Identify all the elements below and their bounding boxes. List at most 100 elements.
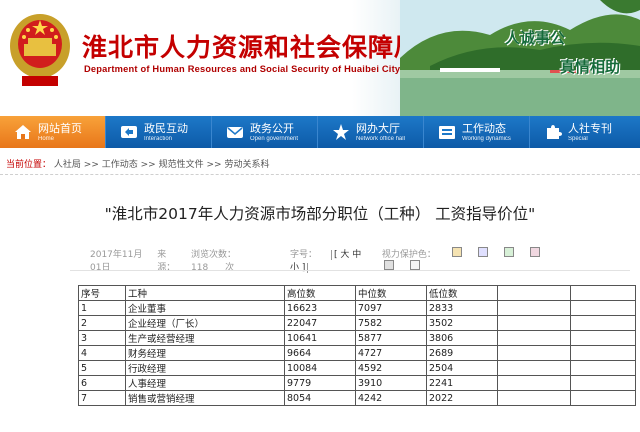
table-cell: 4592 bbox=[355, 360, 427, 376]
divider bbox=[0, 174, 640, 175]
table-cell: 7 bbox=[78, 390, 126, 406]
slogan-1: 人诚事公 bbox=[505, 29, 566, 47]
table-row: 4 财务经理 9664 4727 2689 bbox=[78, 345, 636, 361]
nav-label: 网站首页 bbox=[38, 121, 82, 135]
home-icon bbox=[15, 125, 31, 139]
table-cell: 2 bbox=[78, 315, 126, 331]
table-cell: 5877 bbox=[355, 330, 427, 346]
table-cell: 16623 bbox=[284, 300, 356, 316]
eye-color-swatch[interactable] bbox=[451, 247, 462, 257]
table-row: 2 企业经理（厂长） 22047 7582 3502 bbox=[78, 315, 636, 331]
nav-sublabel: Open government bbox=[250, 135, 299, 142]
table-header-cell: 高位数 bbox=[284, 285, 356, 301]
table-cell bbox=[570, 330, 636, 346]
nav-label: 政民互动 bbox=[144, 121, 188, 135]
star-icon bbox=[333, 124, 349, 140]
table-cell: 2241 bbox=[426, 375, 498, 391]
nav-sublabel: Working dynamics bbox=[462, 135, 511, 142]
table-header-row: 序号 工种 高位数 中位数 低位数 bbox=[78, 285, 636, 301]
breadcrumb: 当前位置： 人社局 >> 工作动态 >> 规范性文件 >> 劳动关系科 bbox=[6, 157, 269, 170]
table-cell: 8054 bbox=[284, 390, 356, 406]
eye-color-swatch[interactable] bbox=[529, 247, 540, 257]
table-cell: 3502 bbox=[426, 315, 498, 331]
main-nav: 网站首页 Home 政民互动 Interaction 政务公开 Open govern… bbox=[0, 116, 640, 148]
header-banner: 淮北市人力资源和社会保障局 Department of Human Resour… bbox=[0, 0, 640, 116]
eye-color-swatch[interactable] bbox=[409, 260, 420, 270]
mail-icon bbox=[227, 127, 243, 138]
table-cell: 10641 bbox=[284, 330, 356, 346]
nav-label: 人社专刊 bbox=[568, 121, 612, 135]
nav-item-open-government[interactable]: 政务公开 Open government bbox=[212, 116, 318, 148]
breadcrumb-separator: >> bbox=[206, 160, 222, 170]
table-cell: 9664 bbox=[284, 345, 356, 361]
table-header-cell bbox=[570, 285, 636, 301]
breadcrumb-item[interactable]: 人社局 bbox=[54, 160, 81, 170]
site-title: 淮北市人力资源和社会保障局 bbox=[82, 33, 421, 62]
table-cell: 3 bbox=[78, 330, 126, 346]
table-cell: 人事经理 bbox=[125, 375, 285, 391]
table-cell: 22047 bbox=[284, 315, 356, 331]
table-cell bbox=[497, 390, 571, 406]
breadcrumb-separator: >> bbox=[83, 160, 99, 170]
views-unit: 次 bbox=[225, 263, 235, 273]
table-cell: 企业董事 bbox=[125, 300, 285, 316]
table-cell: 销售或营销经理 bbox=[125, 390, 285, 406]
nav-label: 政务公开 bbox=[250, 121, 294, 135]
table-cell: 6 bbox=[78, 375, 126, 391]
table-header-cell: 序号 bbox=[78, 285, 126, 301]
eye-color-swatch[interactable] bbox=[503, 247, 514, 257]
nav-item-interaction[interactable]: 政民互动 Interaction bbox=[106, 116, 212, 148]
table-row: 1 企业董事 16623 7097 2833 bbox=[78, 300, 636, 316]
table-cell: 3910 bbox=[355, 375, 427, 391]
breadcrumb-item[interactable]: 工作动态 bbox=[102, 160, 138, 170]
table-header-cell: 低位数 bbox=[426, 285, 498, 301]
table-cell: 行政经理 bbox=[125, 360, 285, 376]
table-cell: 4242 bbox=[355, 390, 427, 406]
table-cell bbox=[570, 315, 636, 331]
table-cell: 2022 bbox=[426, 390, 498, 406]
nav-item-special[interactable]: 人社专刊 Special bbox=[530, 116, 640, 148]
divider bbox=[70, 270, 630, 271]
table-cell bbox=[570, 300, 636, 316]
table-cell: 4727 bbox=[355, 345, 427, 361]
table-row: 5 行政经理 10084 4592 2504 bbox=[78, 360, 636, 376]
table-header-cell bbox=[497, 285, 571, 301]
views-count: 118 bbox=[191, 263, 209, 273]
eye-protection-label: 视力保护色： bbox=[381, 250, 436, 260]
nav-item-work-news[interactable]: 工作动态 Working dynamics bbox=[424, 116, 530, 148]
table-cell: 1 bbox=[78, 300, 126, 316]
table-cell bbox=[570, 345, 636, 361]
table-cell bbox=[497, 375, 571, 391]
table-cell: 5 bbox=[78, 360, 126, 376]
eye-color-swatch[interactable] bbox=[383, 260, 394, 270]
views-label: 浏览次数： bbox=[191, 250, 237, 260]
table-cell bbox=[497, 300, 571, 316]
site-subtitle: Department of Human Resources and Social… bbox=[84, 64, 401, 74]
table-cell: 2833 bbox=[426, 300, 498, 316]
article-title: "淮北市2017年人力资源市场部分职位（工种） 工资指导价位" bbox=[104, 205, 536, 223]
folder-icon bbox=[439, 126, 455, 139]
breadcrumb-item[interactable]: 劳动关系科 bbox=[224, 160, 269, 170]
table-cell: 企业经理（厂长） bbox=[125, 315, 285, 331]
table-cell bbox=[497, 315, 571, 331]
eye-color-swatch[interactable] bbox=[477, 247, 488, 257]
table-cell bbox=[570, 390, 636, 406]
table-cell bbox=[497, 330, 571, 346]
table-cell: 9779 bbox=[284, 375, 356, 391]
breadcrumb-separator: >> bbox=[140, 160, 156, 170]
breadcrumb-prefix: 当前位置： bbox=[6, 160, 52, 170]
nav-sublabel: Interaction bbox=[144, 135, 173, 142]
breadcrumb-item[interactable]: 规范性文件 bbox=[159, 160, 204, 170]
table-cell: 3806 bbox=[426, 330, 498, 346]
nav-label: 网办大厅 bbox=[356, 121, 400, 135]
slogan-2: 真情相助 bbox=[560, 58, 621, 76]
table-cell: 7097 bbox=[355, 300, 427, 316]
nav-item-home[interactable]: 网站首页 Home bbox=[0, 116, 106, 148]
nav-sublabel: Network office hall bbox=[356, 135, 405, 142]
table-cell: 生产或经营经理 bbox=[125, 330, 285, 346]
nav-sublabel: Home bbox=[38, 135, 55, 142]
nav-item-office-hall[interactable]: 网办大厅 Network office hall bbox=[318, 116, 424, 148]
table-row: 7 销售或营销经理 8054 4242 2022 bbox=[78, 390, 636, 406]
table-cell bbox=[570, 375, 636, 391]
article-meta: 2017年11月01日 来源： 浏览次数：118 次 字号：[ 大 中 小 ] … bbox=[90, 247, 570, 273]
